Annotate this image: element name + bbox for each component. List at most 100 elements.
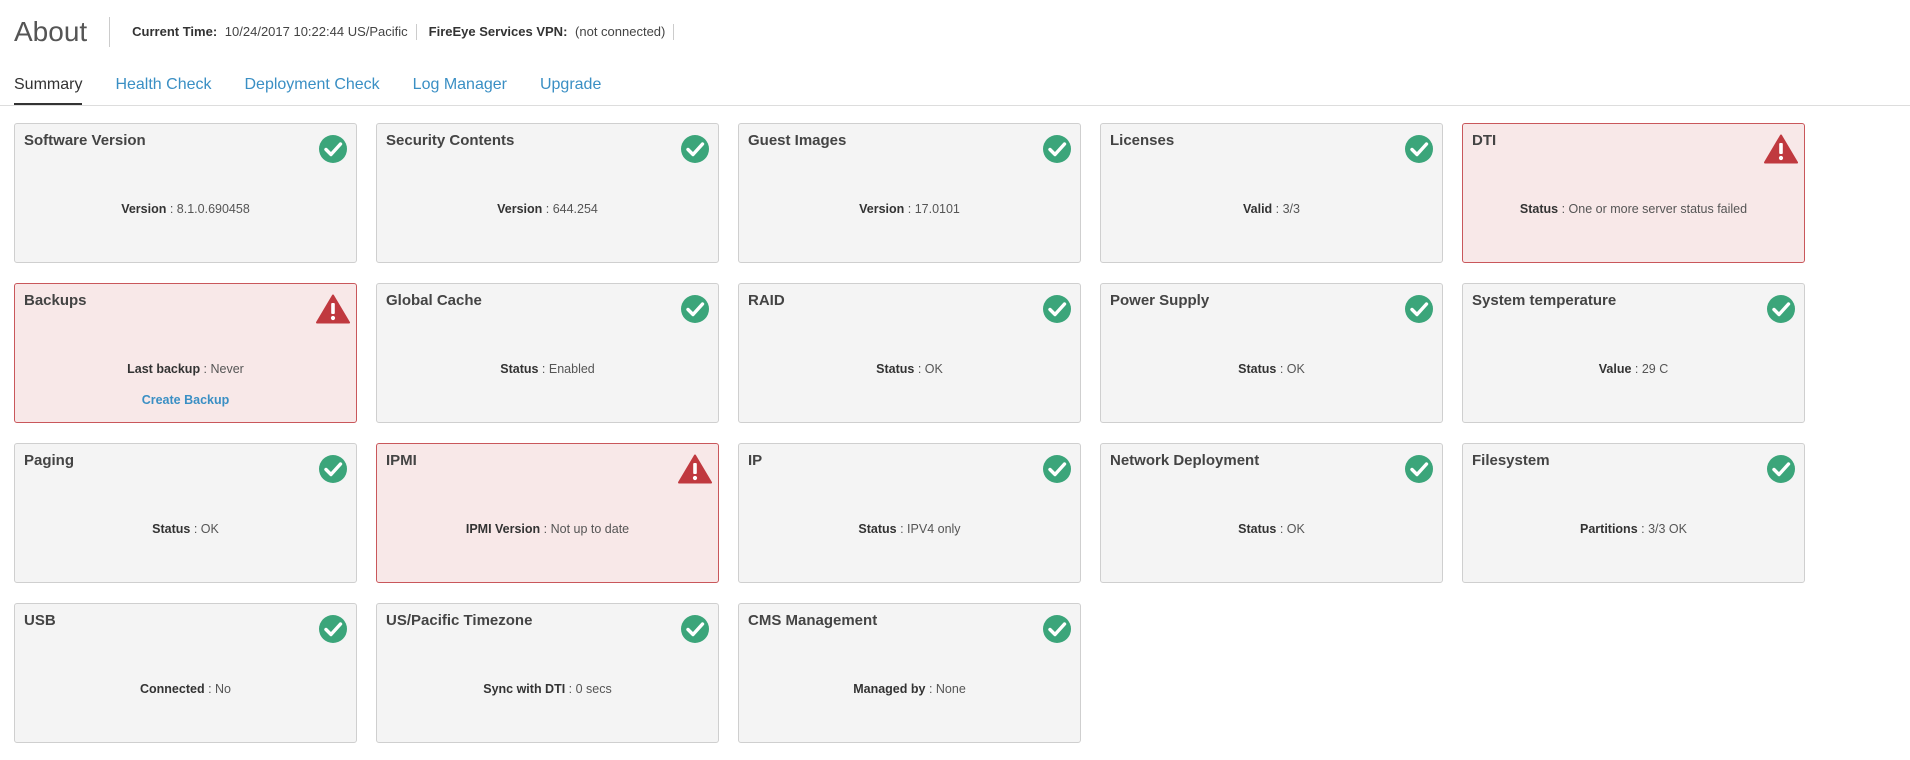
card-detail-label: Version xyxy=(497,202,543,216)
status-card-ip: IP Status : IPV4 only xyxy=(738,443,1081,583)
card-detail: IPMI Version : Not up to date xyxy=(377,522,718,536)
card-detail: Last backup : Never xyxy=(15,362,356,376)
card-title: DTI xyxy=(1472,132,1497,149)
card-detail-label: Connected xyxy=(140,682,205,696)
card-detail-value: 17.0101 xyxy=(914,202,960,216)
card-detail-separator: : xyxy=(542,202,553,216)
card-title: Security Contents xyxy=(386,132,515,149)
tab-deployment-check[interactable]: Deployment Check xyxy=(245,64,380,105)
card-detail-label: Managed by xyxy=(853,682,926,696)
card-detail-value: Never xyxy=(210,362,244,376)
card-title: Software Version xyxy=(24,132,146,149)
status-card-ipmi: IPMI IPMI Version : Not up to date xyxy=(376,443,719,583)
status-card-global-cache: Global Cache Status : Enabled xyxy=(376,283,719,423)
card-title: IP xyxy=(748,452,763,469)
card-title: Filesystem xyxy=(1472,452,1550,469)
card-detail: Version : 8.1.0.690458 xyxy=(15,202,356,216)
status-card-filesystem: Filesystem Partitions : 3/3 OK xyxy=(1462,443,1805,583)
card-detail-value: 8.1.0.690458 xyxy=(176,202,250,216)
card-detail: Status : Enabled xyxy=(377,362,718,376)
card-detail-value: Not up to date xyxy=(550,522,630,536)
page-title: About xyxy=(14,17,111,47)
card-detail-separator: : xyxy=(904,202,915,216)
card-detail-separator: : xyxy=(1276,362,1287,376)
check-circle-icon xyxy=(1404,294,1434,324)
vpn-value: (not connected) xyxy=(575,24,666,39)
card-detail: Status : OK xyxy=(1101,362,1442,376)
card-title: Power Supply xyxy=(1110,292,1210,309)
vpn-label: FireEye Services VPN: xyxy=(428,24,568,39)
card-detail-separator: : xyxy=(538,362,549,376)
check-circle-icon xyxy=(1042,614,1072,644)
create-backup-link[interactable]: Create Backup xyxy=(15,393,356,407)
card-detail-separator: : xyxy=(896,522,908,536)
card-detail: Version : 644.254 xyxy=(377,202,718,216)
card-detail-label: Version xyxy=(121,202,167,216)
check-circle-icon xyxy=(318,134,348,164)
card-detail-label: Status xyxy=(152,522,191,536)
card-detail-value: One or more server status failed xyxy=(1568,202,1748,216)
card-title: Network Deployment xyxy=(1110,452,1260,469)
card-detail-separator: : xyxy=(914,362,925,376)
card-detail-value: OK xyxy=(924,362,943,376)
card-detail-label: Status xyxy=(1519,202,1559,216)
card-detail-value: 644.254 xyxy=(552,202,598,216)
card-detail-label: Status xyxy=(500,362,539,376)
card-detail-separator: : xyxy=(565,682,576,696)
card-detail-label: Status xyxy=(858,522,897,536)
card-detail-separator: : xyxy=(925,682,936,696)
check-circle-icon xyxy=(680,294,710,324)
card-detail-value: IPV4 only xyxy=(907,522,961,536)
card-detail-value: OK xyxy=(200,522,219,536)
card-title: IPMI xyxy=(386,452,417,469)
card-detail: Status : IPV4 only xyxy=(739,522,1080,536)
card-detail-label: Sync with DTI xyxy=(483,682,566,696)
card-detail-separator: : xyxy=(200,362,211,376)
status-card-us-pacific-timezone: US/Pacific Timezone Sync with DTI : 0 sec… xyxy=(376,603,719,743)
card-detail: Value : 29 C xyxy=(1463,362,1804,376)
check-circle-icon xyxy=(1042,134,1072,164)
card-detail-separator: : xyxy=(1272,202,1283,216)
status-card-raid: RAID Status : OK xyxy=(738,283,1081,423)
tab-upgrade[interactable]: Upgrade xyxy=(540,64,601,105)
card-title: Paging xyxy=(24,452,75,469)
card-detail-label: Status xyxy=(876,362,915,376)
card-detail: Sync with DTI : 0 secs xyxy=(377,682,718,696)
card-detail: Managed by : None xyxy=(739,682,1080,696)
card-detail-label: Status xyxy=(1238,522,1277,536)
card-detail-separator: : xyxy=(1637,522,1649,536)
card-detail-label: Value xyxy=(1598,362,1632,376)
card-detail: Status : OK xyxy=(739,362,1080,376)
tab-bar: Summary Health Check Deployment Check Lo… xyxy=(0,64,1910,106)
status-card-security-contents: Security Contents Version : 644.254 xyxy=(376,123,719,263)
card-detail-label: Last backup xyxy=(127,362,201,376)
card-detail-separator: : xyxy=(1631,362,1642,376)
card-title: RAID xyxy=(748,292,785,309)
check-circle-icon xyxy=(1404,134,1434,164)
card-detail-value: None xyxy=(935,682,966,696)
warning-icon xyxy=(316,294,350,324)
card-detail-separator: : xyxy=(166,202,177,216)
card-detail-label: IPMI Version xyxy=(465,522,541,536)
status-card-paging: Paging Status : OK xyxy=(14,443,357,583)
tab-log-manager[interactable]: Log Manager xyxy=(413,64,507,105)
check-circle-icon xyxy=(1766,454,1796,484)
check-circle-icon xyxy=(318,454,348,484)
status-card-network-deployment: Network Deployment Status : OK xyxy=(1100,443,1443,583)
card-detail: Valid : 3/3 xyxy=(1101,202,1442,216)
current-time-label: Current Time: xyxy=(132,24,218,39)
card-detail-separator: : xyxy=(190,522,201,536)
status-card-backups: Backups Last backup : Never Create Backup xyxy=(14,283,357,423)
check-circle-icon xyxy=(1404,454,1434,484)
tab-summary[interactable]: Summary xyxy=(14,64,83,105)
card-detail-value: OK xyxy=(1286,362,1305,376)
card-detail: Partitions : 3/3 OK xyxy=(1463,522,1804,536)
card-detail-separator: : xyxy=(1558,202,1569,216)
card-detail-value: OK xyxy=(1286,522,1305,536)
check-circle-icon xyxy=(1042,294,1072,324)
card-detail-value: 3/3 OK xyxy=(1648,522,1687,536)
card-detail-separator: : xyxy=(1276,522,1287,536)
card-detail-value: Enabled xyxy=(548,362,595,376)
tab-health-check[interactable]: Health Check xyxy=(115,64,211,105)
warning-icon xyxy=(1764,134,1798,164)
